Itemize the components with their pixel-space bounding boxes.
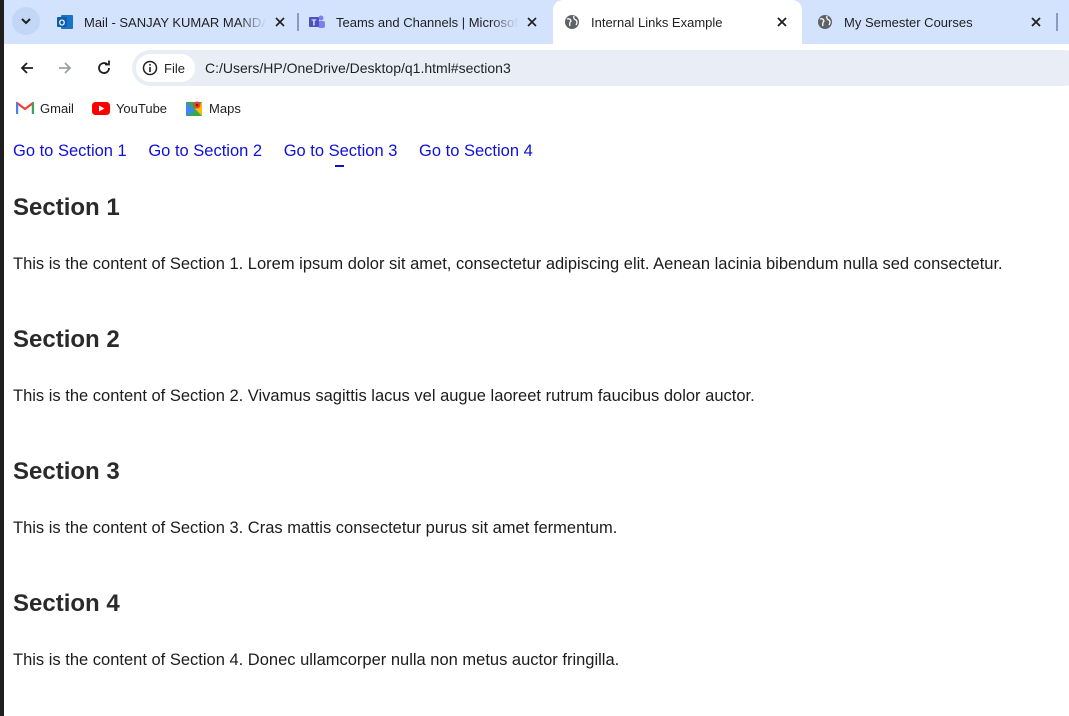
section-text: This is the content of Section 2. Vivamu… bbox=[13, 387, 755, 405]
tab-teams[interactable]: T Teams and Channels | Microsoft Teams bbox=[302, 0, 550, 44]
section-heading: Section 3 bbox=[13, 458, 120, 485]
bookmark-label: Gmail bbox=[40, 100, 74, 116]
link-section-2[interactable]: Go to Section 2 bbox=[148, 142, 262, 160]
tab-separator bbox=[1056, 13, 1058, 31]
bookmark-label: Maps bbox=[209, 100, 241, 116]
section-nav: Go to Section 1 Go to Section 2 Go to Se… bbox=[13, 142, 550, 161]
text-cursor bbox=[335, 165, 344, 167]
tab-separator bbox=[297, 13, 299, 31]
bookmark-maps[interactable]: Maps bbox=[185, 100, 241, 116]
browser-toolbar: File C:/Users/HP/OneDrive/Desktop/q1.htm… bbox=[0, 44, 1069, 92]
section-3: Section 3 This is the content of Section… bbox=[13, 458, 617, 538]
section-1: Section 1 This is the content of Section… bbox=[13, 194, 1003, 274]
chevron-down-icon bbox=[21, 18, 31, 25]
section-heading: Section 1 bbox=[13, 194, 120, 221]
reload-icon bbox=[98, 60, 110, 74]
section-heading: Section 2 bbox=[13, 326, 120, 353]
svg-text:O: O bbox=[59, 19, 65, 28]
youtube-icon bbox=[91, 100, 110, 116]
close-icon[interactable] bbox=[1026, 12, 1046, 32]
close-icon[interactable] bbox=[270, 12, 290, 32]
globe-icon bbox=[563, 13, 581, 31]
section-text: This is the content of Section 3. Cras m… bbox=[13, 519, 618, 537]
globe-icon bbox=[816, 13, 834, 31]
site-info-chip[interactable]: File bbox=[136, 54, 195, 82]
tab-search-button[interactable] bbox=[12, 7, 40, 35]
address-bar[interactable]: File C:/Users/HP/OneDrive/Desktop/q1.htm… bbox=[132, 50, 1069, 86]
info-icon bbox=[142, 60, 158, 76]
bookmark-gmail[interactable]: Gmail bbox=[16, 100, 74, 116]
outlook-icon: O bbox=[56, 13, 74, 31]
section-2: Section 2 This is the content of Section… bbox=[13, 326, 755, 406]
page-content: Go to Section 1 Go to Section 2 Go to Se… bbox=[0, 124, 1069, 716]
reload-button[interactable] bbox=[90, 54, 118, 82]
bookmark-youtube[interactable]: YouTube bbox=[91, 100, 168, 116]
arrow-left-icon bbox=[20, 62, 33, 74]
tab-outlook[interactable]: O Mail - SANJAY KUMAR MANDAL - Outlook bbox=[50, 0, 298, 44]
forward-button[interactable] bbox=[51, 54, 79, 82]
bookmarks-bar: Gmail YouTube Maps bbox=[0, 92, 1069, 124]
close-icon[interactable] bbox=[522, 12, 542, 32]
gmail-icon bbox=[16, 100, 34, 116]
tab-title: Mail - SANJAY KUMAR MANDAL - Outlook bbox=[84, 14, 266, 30]
back-button[interactable] bbox=[13, 54, 41, 82]
tab-semester-courses[interactable]: My Semester Courses bbox=[806, 0, 1054, 44]
link-section-3[interactable]: Go to Section 3 bbox=[284, 142, 398, 160]
tab-internal-links[interactable]: Internal Links Example bbox=[553, 0, 802, 44]
tab-title: Teams and Channels | Microsoft Teams bbox=[336, 14, 518, 30]
site-info-label: File bbox=[164, 60, 185, 76]
section-4: Section 4 This is the content of Section… bbox=[13, 590, 619, 670]
maps-icon bbox=[185, 100, 203, 116]
section-text: This is the content of Section 4. Donec … bbox=[13, 651, 620, 669]
section-text: This is the content of Section 1. Lorem … bbox=[13, 255, 1003, 273]
tab-title: My Semester Courses bbox=[844, 14, 973, 30]
bookmark-label: YouTube bbox=[115, 100, 168, 116]
close-icon[interactable] bbox=[772, 12, 792, 32]
section-heading: Section 4 bbox=[13, 590, 120, 617]
tab-title: Internal Links Example bbox=[591, 14, 723, 30]
link-section-4[interactable]: Go to Section 4 bbox=[419, 142, 533, 160]
link-section-1[interactable]: Go to Section 1 bbox=[13, 142, 127, 160]
svg-text:T: T bbox=[312, 19, 317, 28]
tab-strip: O Mail - SANJAY KUMAR MANDAL - Outlook T… bbox=[0, 0, 1069, 44]
url-text[interactable]: C:/Users/HP/OneDrive/Desktop/q1.html#sec… bbox=[205, 60, 511, 76]
arrow-right-icon bbox=[59, 62, 72, 74]
teams-icon: T bbox=[308, 13, 326, 31]
window-frame-edge bbox=[0, 0, 4, 716]
